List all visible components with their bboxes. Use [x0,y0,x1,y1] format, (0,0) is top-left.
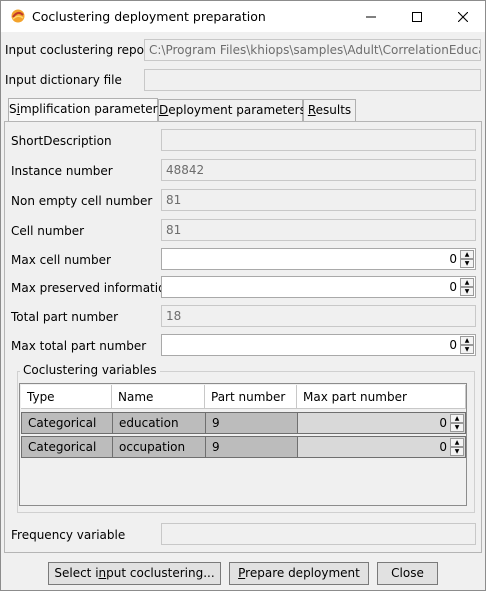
cell-part-number[interactable]: 9 [205,436,298,458]
column-header-type[interactable]: Type [21,385,112,409]
coclustering-variables-title: Coclustering variables [20,363,160,377]
column-header-part-number[interactable]: Part number [205,385,297,409]
close-icon [458,11,468,22]
column-header-name[interactable]: Name [112,385,205,409]
max-cell-number-label: Max cell number [11,253,111,267]
frequency-variable-label: Frequency variable [11,528,126,542]
spin-down-icon[interactable]: ▼ [450,447,464,456]
window-title: Coclustering deployment preparation [32,9,266,24]
maximize-button[interactable] [394,1,440,32]
cell-type[interactable]: Categorical [21,436,113,458]
title-bar: Coclustering deployment preparation [1,1,485,32]
max-preserved-information-value[interactable]: 0 [449,277,457,297]
spin-down-icon[interactable]: ▼ [450,423,464,432]
khiops-icon [11,9,25,23]
tab-results[interactable]: Results [303,99,356,121]
prepare-deployment-button[interactable]: Prepare deployment [229,562,369,585]
spin-down-icon[interactable]: ▼ [460,259,474,268]
max-total-part-number-value[interactable]: 0 [449,335,457,355]
spin-up-icon[interactable]: ▲ [450,438,464,447]
max-part-number-value[interactable]: 0 [439,413,447,433]
cell-max-part-number[interactable]: 0 ▲ ▼ [297,412,466,434]
close-window-button[interactable] [440,1,486,32]
total-part-number-field: 18 [161,305,476,327]
cell-name[interactable]: occupation [112,436,206,458]
minimize-button[interactable] [348,1,394,32]
coclustering-variables-table[interactable]: Type Name Part number Max part number Ca… [19,383,467,506]
spin-down-icon[interactable]: ▼ [460,345,474,354]
column-header-max-part-number[interactable]: Max part number [297,385,466,409]
max-part-number-value[interactable]: 0 [439,437,447,457]
max-total-part-number-spinner[interactable]: 0 ▲ ▼ [161,334,476,356]
non-empty-cell-number-field: 81 [161,189,476,211]
max-cell-number-value[interactable]: 0 [449,249,457,269]
tab-simplification-parameters[interactable]: Simplification parameters [8,98,164,122]
cell-number-field: 81 [161,219,476,241]
input-coclustering-report-label: Input coclustering report [5,43,154,57]
instance-number-label: Instance number [11,164,113,178]
dialog-window: Coclustering deployment preparation Inpu… [0,0,486,591]
spin-up-icon[interactable]: ▲ [460,250,474,259]
max-preserved-information-spinner[interactable]: 0 ▲ ▼ [161,276,476,298]
non-empty-cell-number-label: Non empty cell number [11,194,153,208]
cell-type[interactable]: Categorical [21,412,113,434]
input-coclustering-report-field: C:\Program Files\khiops\samples\Adult\Co… [144,39,481,61]
cell-name[interactable]: education [112,412,206,434]
close-button[interactable]: Close [377,562,438,585]
maximize-icon [412,11,422,22]
spin-down-icon[interactable]: ▼ [460,287,474,296]
instance-number-field: 48842 [161,159,476,181]
spin-up-icon[interactable]: ▲ [460,336,474,345]
spin-up-icon[interactable]: ▲ [460,278,474,287]
short-description-label: ShortDescription [11,134,112,148]
total-part-number-label: Total part number [11,310,119,324]
cell-max-part-number[interactable]: 0 ▲ ▼ [297,436,466,458]
max-total-part-number-label: Max total part number [11,339,147,353]
input-dictionary-file-field [144,69,481,91]
minimize-icon [366,16,376,17]
short-description-field [161,129,476,151]
select-input-coclustering-button[interactable]: Select input coclustering... [48,562,221,585]
frequency-variable-field [161,523,476,545]
max-cell-number-spinner[interactable]: 0 ▲ ▼ [161,248,476,270]
tab-deployment-parameters[interactable]: Deployment parameters [158,99,306,121]
cell-number-label: Cell number [11,224,85,238]
spin-up-icon[interactable]: ▲ [450,414,464,423]
max-preserved-information-label: Max preserved information [11,281,174,295]
cell-part-number[interactable]: 9 [205,412,298,434]
input-dictionary-file-label: Input dictionary file [5,73,122,87]
